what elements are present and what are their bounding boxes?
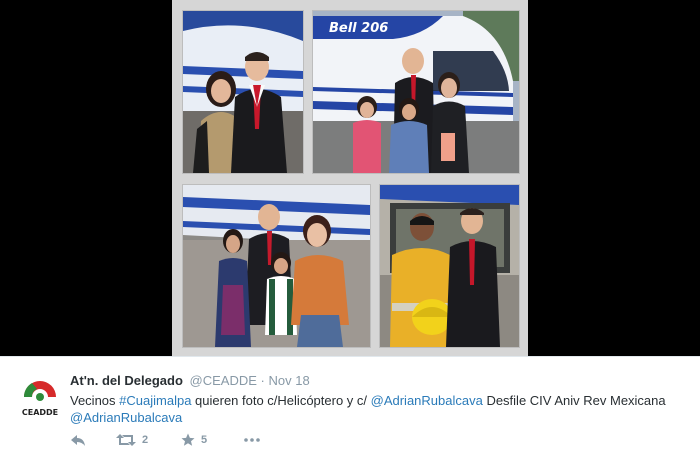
tweet-media[interactable]: Bell 206	[0, 0, 700, 356]
reply-button[interactable]	[70, 433, 86, 447]
hashtag-link[interactable]: #Cuajimalpa	[119, 393, 191, 408]
retweet-icon	[116, 434, 136, 446]
collage-photo-3[interactable]	[182, 184, 371, 348]
tweet-text-part-1: Vecinos	[70, 393, 120, 408]
more-icon	[244, 438, 260, 442]
photo-3-image	[183, 185, 370, 347]
helicopter-model-text: Bell 206	[329, 21, 388, 36]
author-name[interactable]: At'n. del Delegado	[70, 373, 183, 388]
photo-4-image	[380, 185, 519, 347]
ceadde-logo	[23, 381, 56, 401]
collage-photo-4[interactable]	[379, 184, 520, 348]
favorite-button[interactable]: 5	[181, 433, 207, 447]
header-separator: ·	[260, 373, 265, 388]
photo-1-image	[183, 11, 303, 173]
mention-link[interactable]: @AdrianRubalcava	[371, 393, 483, 408]
author-handle[interactable]: @CEADDE	[190, 373, 257, 388]
tweet-text-part-2: quieren foto c/Helicóptero y c/	[191, 393, 371, 408]
reply-icon	[71, 435, 85, 446]
more-button[interactable]	[243, 433, 261, 447]
photo-2-image: Bell 206	[313, 11, 519, 173]
tweet-text: Vecinos #Cuajimalpa quieren foto c/Helic…	[70, 392, 670, 426]
retweet-button[interactable]: 2	[116, 433, 148, 447]
tweet-card[interactable]: CEADDE At'n. del Delegado @CEADDE · Nov …	[0, 356, 700, 467]
tweet-text-part-3: Desfile CIV Aniv Rev Mexicana	[482, 393, 666, 408]
tweet-header: At'n. del Delegado @CEADDE · Nov 18	[70, 373, 310, 388]
avatar-label: CEADDE	[21, 408, 59, 417]
retweet-count: 2	[142, 434, 149, 446]
favorite-count: 5	[201, 434, 208, 446]
mention-link[interactable]: @AdrianRubalcava	[70, 410, 182, 425]
tweet-timestamp[interactable]: Nov 18	[268, 373, 309, 388]
photo-collage[interactable]: Bell 206	[172, 0, 528, 356]
collage-photo-2[interactable]: Bell 206	[312, 10, 520, 174]
star-icon	[181, 433, 195, 446]
collage-photo-1[interactable]	[182, 10, 304, 174]
avatar[interactable]: CEADDE	[20, 375, 60, 419]
